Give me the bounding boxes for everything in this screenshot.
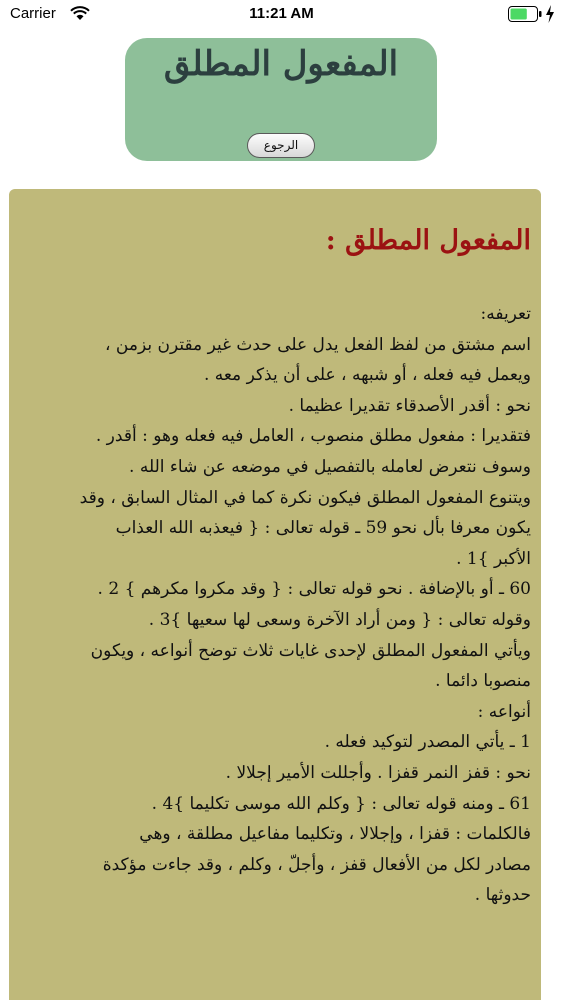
- text-line: اسم مشتق من لفظ الفعل يدل على حدث غير مق…: [105, 334, 531, 355]
- back-button[interactable]: الرجوع: [247, 133, 315, 158]
- text-line: منصوبا دائما .: [435, 671, 531, 692]
- battery-icon: [508, 6, 542, 22]
- text-line: نحو : قفز النمر قفزا . وأجللت الأمير إجل…: [225, 762, 531, 783]
- text-line: وسوف نتعرض لعامله بالتفصيل في موضعه عن ش…: [129, 456, 531, 477]
- text-line: ويأتي المفعول المطلق لإحدى غايات ثلاث تو…: [90, 640, 531, 661]
- text-line: 60 ـ أو بالإضافة . نحو قوله تعالى : { وق…: [97, 579, 531, 600]
- text-line: 1 ـ يأتي المصدر لتوكيد فعله .: [324, 732, 531, 753]
- text-line: فالكلمات : قفزا ، وإجلالا ، وتكليما مفاع…: [139, 824, 531, 845]
- clock: 11:21 AM: [249, 5, 314, 22]
- text-line: وقوله تعالى : { ومن أراد الآخرة وسعى لها…: [148, 609, 531, 630]
- text-line: 61 ـ ومنه قوله تعالى : { وكلم الله موسى …: [151, 793, 531, 814]
- text-line: ويعمل فيه فعله ، أو شبهه ، على أن يذكر م…: [203, 365, 531, 386]
- text-line: مصادر لكل من الأفعال قفز ، وأجلّ ، وكلم …: [102, 854, 531, 875]
- status-bar: Carrier 11:21 AM: [0, 0, 563, 30]
- content-title: المفعول المطلق :: [325, 225, 531, 256]
- text-line: الأكبر }1 .: [456, 548, 531, 569]
- page-title: المفعول المطلق: [163, 44, 399, 84]
- header-card: المفعول المطلق الرجوع: [125, 38, 437, 161]
- content-card[interactable]: المفعول المطلق : تعريفه: اسم مشتق من لفظ …: [9, 189, 541, 1000]
- text-line: أنواعه :: [477, 701, 531, 722]
- charging-bolt-icon: [546, 5, 554, 23]
- text-line: فتقديرا : مفعول مطلق منصوب ، العامل فيه …: [95, 426, 531, 447]
- text-line: نحو : أقدر الأصدقاء تقديرا عظيما .: [288, 395, 531, 416]
- text-line: ويتنوع المفعول المطلق فيكون نكرة كما في …: [79, 487, 531, 508]
- text-line: يكون معرفا بأل نحو 59 ـ قوله تعالى : { ف…: [115, 518, 531, 539]
- content-text: تعريفه: اسم مشتق من لفظ الفعل يدل على حدث…: [19, 299, 531, 911]
- text-line: حدوثها .: [474, 885, 531, 906]
- text-line: تعريفه:: [480, 304, 532, 324]
